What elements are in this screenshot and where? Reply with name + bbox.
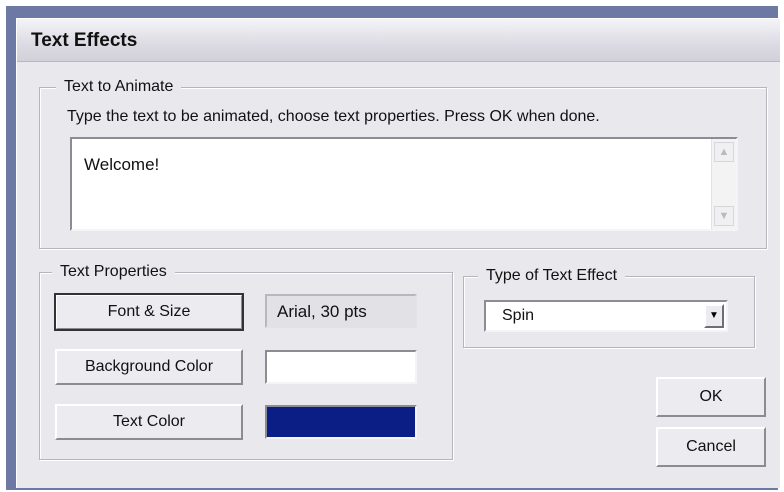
cancel-button[interactable]: Cancel (656, 427, 766, 467)
background-color-button[interactable]: Background Color (55, 349, 243, 385)
dialog-title: Text Effects (31, 30, 138, 51)
font-size-button-label: Font & Size (107, 303, 191, 320)
background-color-button-label: Background Color (84, 358, 214, 375)
ok-button[interactable]: OK (656, 377, 766, 417)
cancel-button-label: Cancel (686, 438, 736, 455)
effect-type-select[interactable]: Spin ▼ (484, 300, 728, 332)
text-color-swatch (265, 405, 417, 439)
text-color-button-label: Text Color (112, 413, 186, 430)
text-properties-legend: Text Properties (52, 262, 175, 282)
animate-text-value: Welcome! (84, 155, 160, 174)
font-display: Arial, 30 pts (265, 294, 417, 328)
background-color-swatch (265, 350, 417, 384)
text-to-animate-legend: Text to Animate (56, 77, 182, 97)
textarea-scrollbar[interactable]: ▲ ▼ (711, 139, 736, 229)
font-size-button[interactable]: Font & Size (54, 293, 244, 331)
effect-type-value: Spin (502, 307, 535, 324)
text-effect-legend: Type of Text Effect (478, 266, 626, 286)
text-effects-dialog: Text Effects Text to Animate Type the te… (16, 18, 780, 488)
instruction-text: Type the text to be animated, choose tex… (67, 108, 600, 125)
triangle-down-icon[interactable]: ▼ (704, 304, 724, 328)
text-color-button[interactable]: Text Color (55, 404, 243, 440)
title-bar[interactable]: Text Effects (17, 19, 780, 62)
animate-text-input[interactable]: Welcome! ▲ ▼ (70, 137, 738, 231)
ok-button-label: OK (699, 388, 723, 405)
font-display-value: Arial, 30 pts (277, 302, 367, 321)
chevron-up-icon[interactable]: ▲ (714, 142, 734, 162)
chevron-down-icon[interactable]: ▼ (714, 206, 734, 226)
